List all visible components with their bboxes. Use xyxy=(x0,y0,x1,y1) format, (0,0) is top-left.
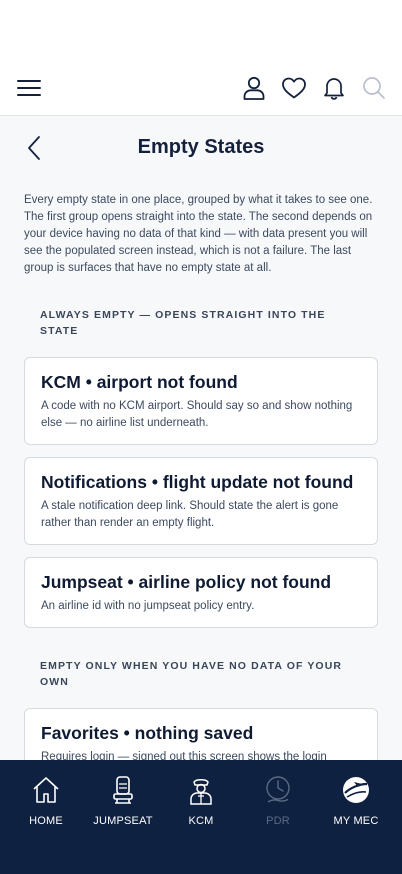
page-title: Empty States xyxy=(137,136,265,158)
globe-plane-icon xyxy=(340,774,372,806)
tab-label: PDR xyxy=(266,815,290,827)
seat-icon xyxy=(107,774,139,806)
clock-plane-icon xyxy=(262,774,294,806)
top-bar xyxy=(0,58,402,116)
card-title: Notifications • flight update not found xyxy=(41,472,354,492)
empty-state-card[interactable]: Jumpseat • airline policy not found An a… xyxy=(24,557,378,628)
tab-kcm[interactable]: KCM xyxy=(165,774,237,827)
section-heading: ALWAYS EMPTY — OPENS STRAIGHT INTO THE S… xyxy=(40,309,326,337)
section-heading: EMPTY ONLY WHEN YOU HAVE NO DATA OF YOUR… xyxy=(40,660,343,688)
bottom-tab-bar: HOME JUMPSEAT KCM PDR MY MEC xyxy=(0,760,402,874)
card-description: A code with no KCM airport. Should say s… xyxy=(41,400,353,429)
card-title: Jumpseat • airline policy not found xyxy=(41,572,332,592)
tab-label: MY MEC xyxy=(333,815,379,827)
card-description: Requires login — signed out this screen … xyxy=(41,751,327,760)
card-description: A stale notification deep link. Should s… xyxy=(41,500,339,529)
tab-label: JUMPSEAT xyxy=(93,815,153,827)
profile-icon[interactable] xyxy=(241,75,267,101)
tab-label: HOME xyxy=(29,815,63,827)
card-title: KCM • airport not found xyxy=(41,372,238,392)
page-header: Empty States xyxy=(0,116,402,180)
bell-icon[interactable] xyxy=(321,75,347,101)
search-icon[interactable] xyxy=(361,75,387,101)
card-description: An airline id with no jumpseat policy en… xyxy=(41,600,255,612)
card-title: Favorites • nothing saved xyxy=(41,723,254,743)
tab-jumpseat[interactable]: JUMPSEAT xyxy=(87,774,159,827)
heart-icon[interactable] xyxy=(281,75,307,101)
tab-label: KCM xyxy=(188,815,214,827)
hamburger-menu-icon[interactable] xyxy=(16,75,42,101)
content-area[interactable]: Empty States Every empty state in one pl… xyxy=(0,116,402,760)
empty-state-card[interactable]: Favorites • nothing saved Requires login… xyxy=(24,708,378,760)
pilot-icon xyxy=(185,774,217,806)
intro-text: Every empty state in one place, grouped … xyxy=(24,194,373,274)
tab-pdr[interactable]: PDR xyxy=(242,774,314,827)
empty-state-card[interactable]: KCM • airport not found A code with no K… xyxy=(24,357,378,445)
tab-my-mec[interactable]: MY MEC xyxy=(320,774,392,827)
house-icon xyxy=(30,774,62,806)
empty-state-card[interactable]: Notifications • flight update not found … xyxy=(24,457,378,545)
tab-home[interactable]: HOME xyxy=(10,774,82,827)
